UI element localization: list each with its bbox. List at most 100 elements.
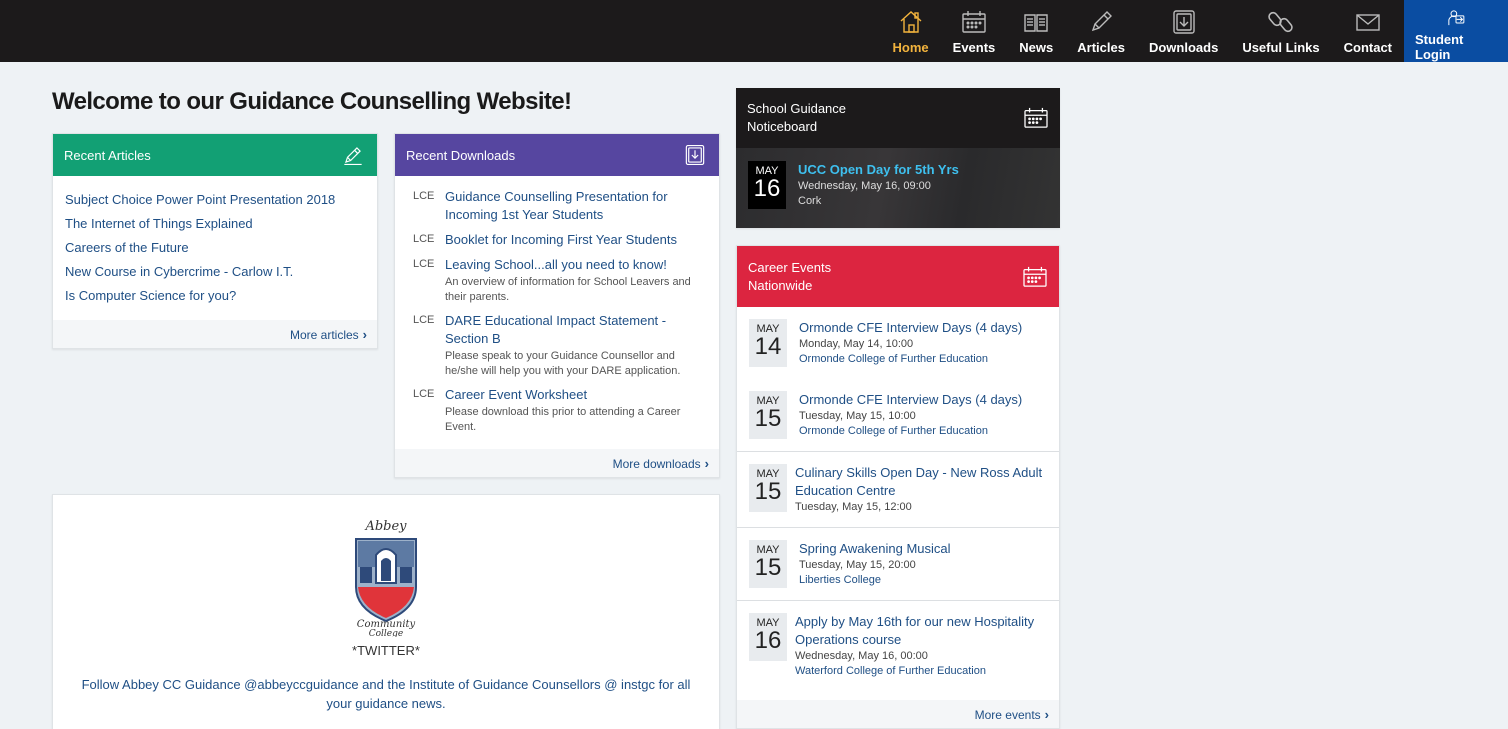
event-day: 16: [753, 175, 781, 202]
calendar-icon: [1024, 107, 1048, 128]
event-location[interactable]: Ormonde College of Further Education: [799, 424, 1022, 439]
download-icon: [685, 144, 705, 166]
event-title[interactable]: Apply by May 16th for our new Hospitalit…: [795, 613, 1047, 649]
noticeboard-heading-line2: Noticeboard: [747, 119, 818, 134]
nav-events-label: Events: [952, 40, 996, 55]
download-title[interactable]: Guidance Counselling Presentation for In…: [445, 188, 707, 224]
event-location[interactable]: Liberties College: [799, 573, 951, 588]
link-icon: [1268, 11, 1293, 33]
event-title[interactable]: Spring Awakening Musical: [799, 540, 951, 558]
article-link[interactable]: Subject Choice Power Point Presentation …: [65, 188, 365, 212]
nav-downloads[interactable]: Downloads: [1137, 0, 1230, 62]
career-events-footer: More events ›: [737, 700, 1059, 728]
user-login-icon: [1447, 10, 1464, 26]
nav-useful-links[interactable]: Useful Links: [1230, 0, 1331, 62]
more-events-link[interactable]: More events ›: [975, 707, 1049, 722]
event-date-badge: MAY 15: [749, 391, 787, 439]
pencil-icon: [1092, 11, 1113, 32]
more-downloads-link[interactable]: More downloads ›: [613, 456, 709, 471]
event-datetime: Wednesday, May 16, 00:00: [795, 650, 928, 662]
nav-home-label: Home: [892, 40, 929, 55]
noticeboard-header: School Guidance Noticeboard: [736, 88, 1060, 148]
page-title: Welcome to our Guidance Counselling Webs…: [52, 88, 572, 115]
school-noticeboard-panel: School Guidance Noticeboard MAY 16 UCC O…: [736, 88, 1060, 228]
envelope-icon: [1356, 14, 1380, 31]
calendar-icon: [962, 11, 986, 33]
nav-articles[interactable]: Articles: [1065, 0, 1137, 62]
event-day: 14: [754, 333, 782, 360]
article-link[interactable]: Careers of the Future: [65, 236, 365, 260]
chevron-right-icon: ›: [1044, 706, 1049, 722]
event-datetime: Tuesday, May 15, 10:00: [799, 410, 916, 422]
newspaper-icon: [1024, 14, 1048, 32]
svg-text:College: College: [369, 629, 403, 637]
career-event: MAY 15 Ormonde CFE Interview Days (4 day…: [737, 379, 1059, 452]
more-downloads-label: More downloads: [612, 456, 701, 471]
event-datetime: Tuesday, May 15, 12:00: [795, 501, 912, 513]
event-datetime: Wednesday, May 16, 09:00: [798, 180, 931, 192]
download-title[interactable]: DARE Educational Impact Statement - Sect…: [445, 312, 707, 348]
download-tag: LCE: [413, 314, 435, 326]
chevron-right-icon: ›: [362, 326, 367, 342]
nav-home[interactable]: Home: [881, 0, 941, 62]
articles-footer: More articles ›: [53, 320, 377, 348]
download-item: LCE Career Event Worksheet Please downlo…: [407, 386, 707, 435]
event-location: Cork: [798, 195, 822, 207]
calendar-icon: [1023, 266, 1047, 287]
download-description: An overview of information for School Le…: [445, 276, 691, 303]
event-day: 15: [754, 554, 782, 581]
top-navigation-bar: Home Events News Articles Downloads Usef…: [0, 0, 1508, 62]
articles-list: Subject Choice Power Point Presentation …: [53, 176, 377, 308]
career-event: MAY 15 Spring Awakening Musical Tuesday,…: [737, 528, 1059, 601]
event-title[interactable]: Culinary Skills Open Day - New Ross Adul…: [795, 464, 1047, 500]
nav-useful-links-label: Useful Links: [1242, 40, 1320, 55]
event-location[interactable]: Waterford College of Further Education: [795, 664, 1047, 679]
more-articles-label: More articles: [289, 327, 359, 342]
event-date-badge: MAY 14: [749, 319, 787, 367]
event-title[interactable]: Ormonde CFE Interview Days (4 days): [799, 391, 1022, 409]
nav-articles-label: Articles: [1077, 40, 1125, 55]
event-date-badge: MAY 16: [748, 161, 786, 209]
nav-news[interactable]: News: [1007, 0, 1065, 62]
nav-events[interactable]: Events: [941, 0, 1008, 62]
nav-student-login[interactable]: Student Login: [1404, 0, 1508, 62]
download-tag: LCE: [413, 258, 435, 270]
recent-downloads-header: Recent Downloads: [395, 134, 719, 176]
download-title[interactable]: Booklet for Incoming First Year Students: [445, 231, 707, 249]
download-item: LCE DARE Educational Impact Statement - …: [407, 312, 707, 379]
career-event: MAY 15 Culinary Skills Open Day - New Ro…: [737, 452, 1059, 528]
event-location[interactable]: Ormonde College of Further Education: [799, 352, 1022, 367]
nav-student-login-label: Student Login: [1415, 32, 1464, 62]
main-nav: Home Events News Articles Downloads Usef…: [881, 0, 1508, 62]
career-events-header: Career Events Nationwide: [737, 246, 1059, 307]
career-event: MAY 14 Ormonde CFE Interview Days (4 day…: [737, 307, 1059, 379]
event-title[interactable]: Ormonde CFE Interview Days (4 days): [799, 319, 1022, 337]
article-link[interactable]: Is Computer Science for you?: [65, 284, 365, 308]
recent-downloads-panel: Recent Downloads LCE Guidance Counsellin…: [394, 133, 720, 478]
download-title[interactable]: Career Event Worksheet: [445, 386, 707, 404]
event-date-badge: MAY 15: [749, 464, 787, 512]
noticeboard-event: MAY 16 UCC Open Day for 5th Yrs Wednesda…: [736, 148, 1060, 228]
download-tag: LCE: [413, 190, 435, 202]
recent-downloads-heading: Recent Downloads: [406, 147, 516, 163]
career-heading-line1: Career Events: [748, 259, 832, 275]
svg-text:Abbey: Abbey: [364, 519, 407, 534]
recent-articles-panel: Recent Articles Subject Choice Power Poi…: [52, 133, 378, 349]
recent-articles-header: Recent Articles: [53, 134, 377, 176]
article-link[interactable]: The Internet of Things Explained: [65, 212, 365, 236]
event-date-badge: MAY 16: [749, 613, 787, 661]
event-title[interactable]: UCC Open Day for 5th Yrs: [798, 161, 959, 179]
pencil-icon: [344, 147, 362, 166]
download-description: Please speak to your Guidance Counsellor…: [445, 350, 681, 377]
nav-contact[interactable]: Contact: [1332, 0, 1404, 62]
download-title[interactable]: Leaving School...all you need to know!: [445, 256, 707, 274]
more-articles-link[interactable]: More articles ›: [290, 327, 367, 342]
article-link[interactable]: New Course in Cybercrime - Carlow I.T.: [65, 260, 365, 284]
event-date-badge: MAY 15: [749, 540, 787, 588]
nav-contact-label: Contact: [1343, 40, 1392, 55]
download-item: LCE Booklet for Incoming First Year Stud…: [407, 231, 707, 249]
career-heading-line2: Nationwide: [748, 277, 813, 293]
twitter-title: *TWITTER*: [352, 643, 420, 658]
twitter-panel: Abbey Community College *TWITTER* Follow…: [52, 494, 720, 729]
twitter-text: Follow Abbey CC Guidance @abbeyccguidanc…: [81, 677, 691, 711]
